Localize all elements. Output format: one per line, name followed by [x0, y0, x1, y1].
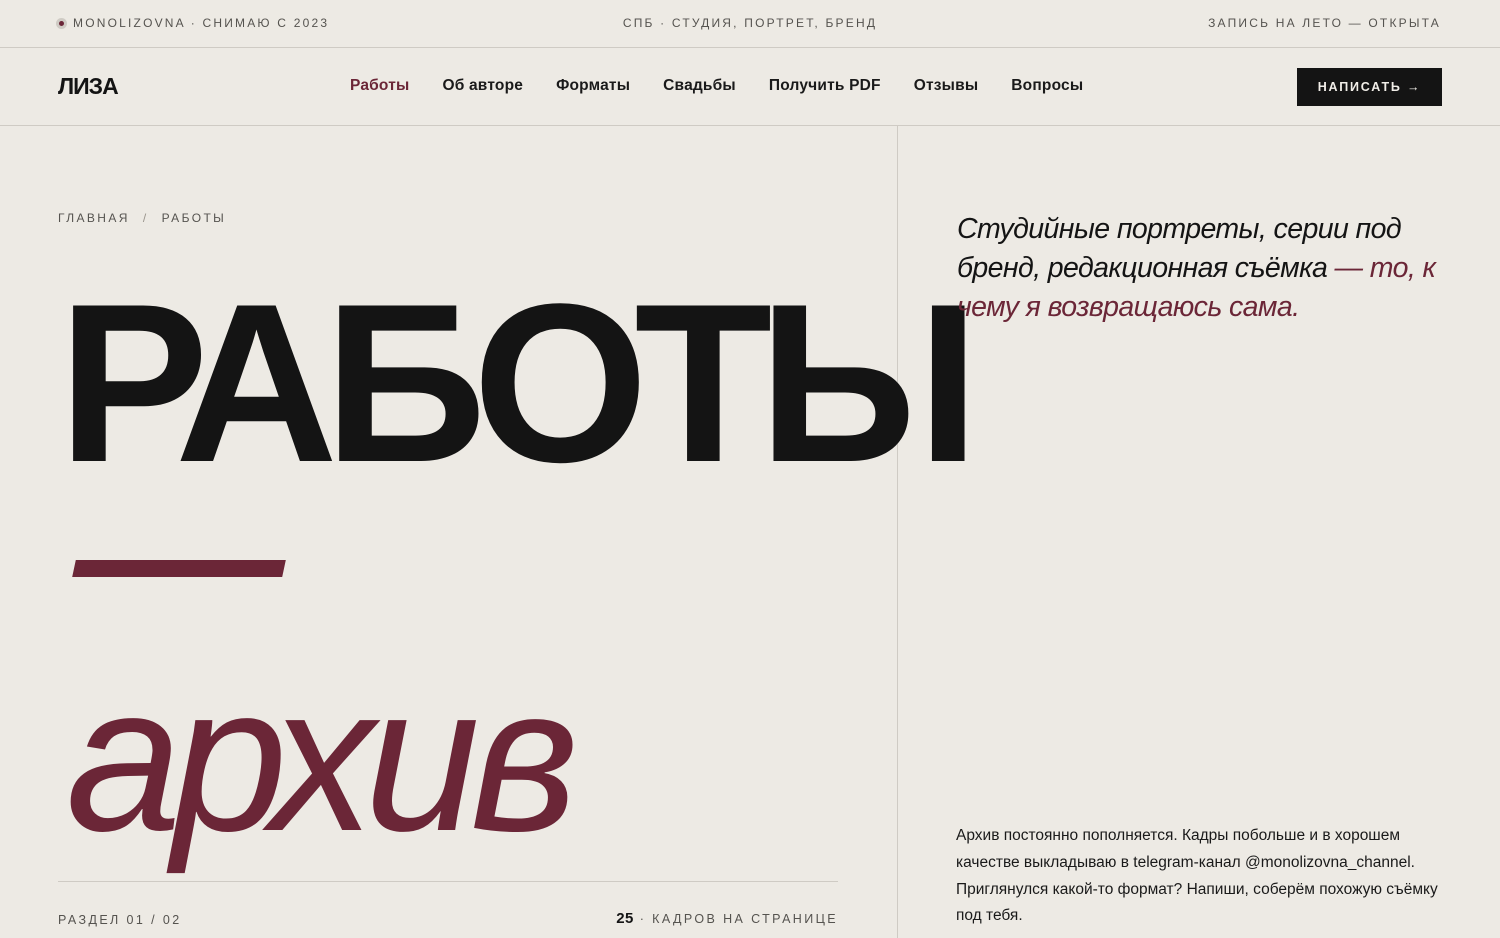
breadcrumb: ГЛАВНАЯ / РАБОТЫ	[58, 211, 226, 225]
nav-item-formats[interactable]: Форматы	[556, 77, 630, 95]
page-subtitle: архив	[66, 643, 579, 875]
frames-count: 25	[616, 910, 634, 927]
frames-count-label: · КАДРОВ НА СТРАНИЦЕ	[633, 912, 838, 926]
nav-item-about[interactable]: Об авторе	[442, 77, 523, 95]
main-nav: ЛИЗА Работы Об авторе Форматы Свадьбы По…	[0, 49, 1500, 126]
booking-status: ЗАПИСЬ НА ЛЕТО — ОТКРЫТА	[1208, 16, 1441, 30]
write-button[interactable]: НАПИСАТЬ →	[1297, 68, 1442, 106]
site-logo[interactable]: ЛИЗА	[58, 73, 119, 100]
nav-item-get-pdf[interactable]: Получить PDF	[769, 77, 881, 95]
nav-item-faq[interactable]: Вопросы	[1011, 77, 1083, 95]
lead-text: Студийные портреты, серии под бренд, ред…	[957, 210, 1457, 327]
nav-item-works[interactable]: Работы	[350, 77, 409, 95]
archive-note: Архив постоянно пополняется. Кадры побол…	[956, 827, 1438, 925]
nav-item-reviews[interactable]: Отзывы	[914, 77, 979, 95]
column-divider	[897, 126, 898, 938]
breadcrumb-separator: /	[142, 211, 149, 225]
breadcrumb-home[interactable]: ГЛАВНАЯ	[58, 211, 130, 225]
section-indicator: РАЗДЕЛ 01 / 02	[58, 913, 182, 927]
frames-per-page: 25 · КАДРОВ НА СТРАНИЦЕ	[616, 910, 838, 927]
nav-item-weddings[interactable]: Свадьбы	[663, 77, 736, 95]
top-info-bar: MONOLIZOVNA · СНИМАЮ С 2023 СПБ · СТУДИЯ…	[0, 0, 1500, 48]
section-divider	[58, 881, 838, 882]
page-title: РАБОТЫ	[58, 256, 980, 509]
nav-menu: Работы Об авторе Форматы Свадьбы Получит…	[350, 77, 1083, 95]
breadcrumb-current: РАБОТЫ	[161, 211, 227, 225]
accent-dash	[72, 560, 286, 577]
